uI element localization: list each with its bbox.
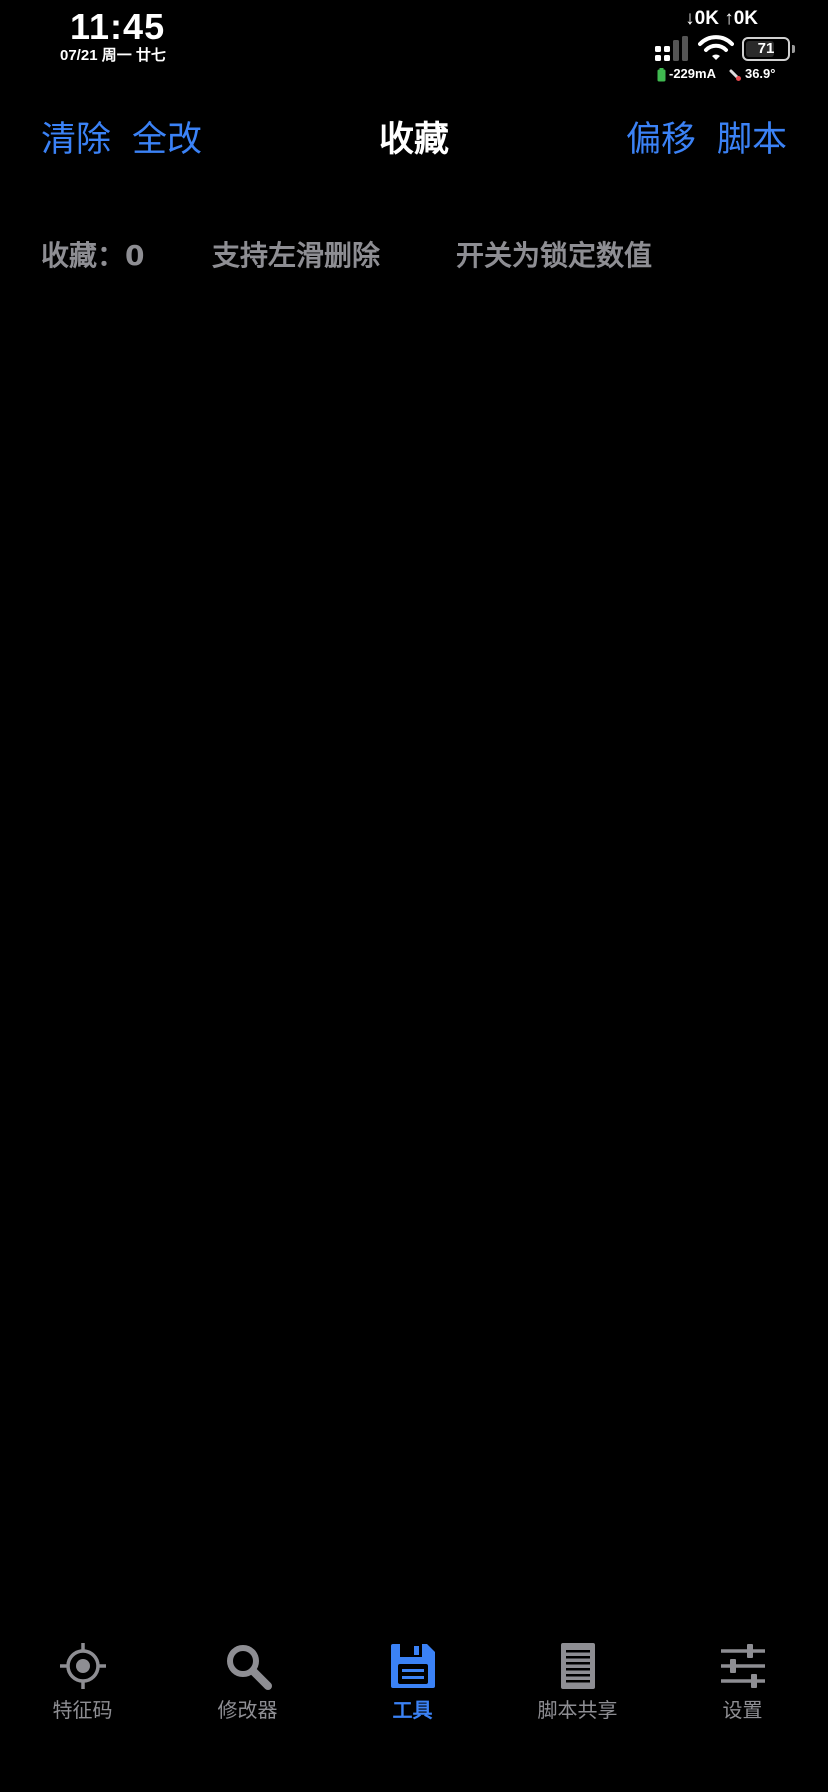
tab-bar: 特征码 修改器 工具 脚本共享 设置 <box>0 1620 828 1730</box>
thermometer-icon <box>729 69 741 81</box>
tab-label: 设置 <box>722 1698 763 1722</box>
status-date: 07/21 周一 廿七 <box>60 47 166 64</box>
sliders-icon <box>720 1644 765 1688</box>
battery-icon: 71 <box>742 37 790 61</box>
floppy-disk-icon <box>390 1644 435 1688</box>
tab-feature-code[interactable]: 特征码 <box>0 1620 165 1730</box>
offset-button[interactable]: 偏移 <box>626 116 696 164</box>
status-extra: -229mA 36.9° <box>657 66 775 82</box>
wifi-icon <box>698 35 734 60</box>
tab-label: 工具 <box>392 1698 433 1722</box>
status-time: 11:45 <box>70 6 166 47</box>
magnifier-icon <box>226 1645 272 1690</box>
battery-tip <box>792 45 795 53</box>
crosshair-icon <box>59 1643 106 1689</box>
battery-level: 71 <box>757 40 775 57</box>
favorites-count: 收藏：0 <box>41 239 145 272</box>
tab-modifier[interactable]: 修改器 <box>165 1620 330 1730</box>
page-title: 收藏 <box>378 120 449 160</box>
lock-toggle-hint: 开关为锁定数值 <box>456 239 653 272</box>
script-button[interactable]: 脚本 <box>717 116 787 164</box>
tab-label: 修改器 <box>217 1698 278 1722</box>
status-bar: 11:45 07/21 周一 廿七 ↓0K ↑0K 71 -229mA 36.9… <box>0 0 828 82</box>
cellular-signal-icon <box>655 36 688 61</box>
tab-tools[interactable]: 工具 <box>330 1620 495 1730</box>
favorites-list <box>0 300 828 1600</box>
document-icon <box>560 1643 595 1689</box>
tab-settings[interactable]: 设置 <box>660 1620 825 1730</box>
network-speed: ↓0K ↑0K <box>685 8 758 29</box>
swipe-delete-hint: 支持左滑删除 <box>212 239 381 272</box>
battery-current: -229mA <box>669 66 716 81</box>
tab-label: 特征码 <box>52 1698 113 1722</box>
device-temperature: 36.9° <box>744 66 776 81</box>
tab-label: 脚本共享 <box>537 1698 618 1722</box>
battery-charge-icon <box>657 67 666 82</box>
tab-script-share[interactable]: 脚本共享 <box>495 1620 660 1730</box>
